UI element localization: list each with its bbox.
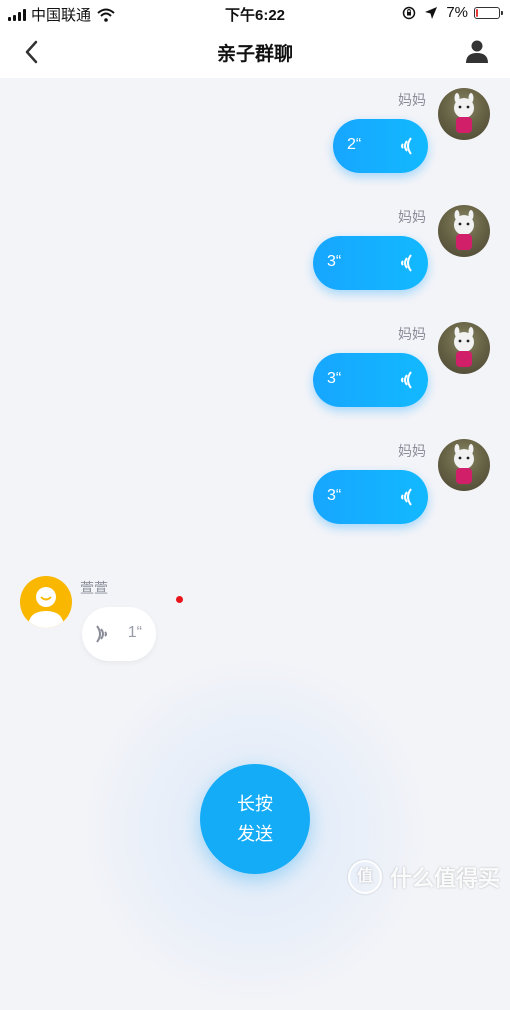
voice-message-bubble[interactable]: 3“ xyxy=(313,236,428,290)
avatar-photo-image xyxy=(454,210,474,250)
sender-avatar[interactable] xyxy=(438,439,490,491)
sender-avatar[interactable] xyxy=(438,322,490,374)
sender-avatar[interactable] xyxy=(438,88,490,140)
status-bar: 中国联通 下午6:22 7% xyxy=(0,0,510,26)
voice-message-bubble[interactable]: 1“ xyxy=(82,607,156,661)
avatar-photo-image xyxy=(454,444,474,484)
avatar-photo-image xyxy=(454,93,474,133)
battery-icon xyxy=(474,6,503,19)
sender-name: 妈妈 xyxy=(398,326,426,342)
voice-duration: 3“ xyxy=(327,370,342,387)
voice-wave-icon xyxy=(401,488,412,506)
voice-message-bubble[interactable]: 3“ xyxy=(313,470,428,524)
watermark-text: 什么值得买 xyxy=(389,866,500,891)
unread-dot xyxy=(176,596,183,603)
sender-name: 妈妈 xyxy=(398,92,426,108)
sender-name: 妈妈 xyxy=(398,443,426,459)
person-icon[interactable] xyxy=(464,38,490,64)
page-title: 亲子群聊 xyxy=(216,44,293,65)
voice-wave-icon xyxy=(96,625,107,643)
avatar-photo-image xyxy=(454,327,474,367)
nav-bar: 亲子群聊 xyxy=(0,26,510,78)
battery-fill xyxy=(476,8,478,17)
voice-wave-icon xyxy=(401,254,412,272)
location-arrow-icon xyxy=(425,6,438,19)
watermark-logo-icon: 值 xyxy=(347,860,382,894)
voice-wave-icon xyxy=(401,137,412,155)
orientation-lock-icon xyxy=(403,6,416,19)
sender-name: 萱萱 xyxy=(80,580,108,596)
voice-duration: 1“ xyxy=(127,624,142,641)
sender-name: 妈妈 xyxy=(398,209,426,225)
sender-avatar[interactable] xyxy=(438,205,490,257)
voice-message-bubble[interactable]: 3“ xyxy=(313,353,428,407)
voice-duration: 2“ xyxy=(347,136,362,153)
voice-message-bubble[interactable]: 2“ xyxy=(333,119,428,173)
watermark: 值 什么值得买 xyxy=(347,860,500,894)
child-avatar-icon xyxy=(28,587,64,628)
voice-duration: 3“ xyxy=(327,253,342,270)
voice-duration: 3“ xyxy=(327,487,342,504)
hold-to-send-line1: 长按 xyxy=(237,794,273,814)
battery-percent: 7% xyxy=(446,4,468,21)
voice-wave-icon xyxy=(401,371,412,389)
sender-avatar[interactable] xyxy=(20,576,72,628)
hold-to-send-button[interactable]: 长按 发送 xyxy=(200,764,310,874)
hold-to-send-line2: 发送 xyxy=(237,824,273,844)
